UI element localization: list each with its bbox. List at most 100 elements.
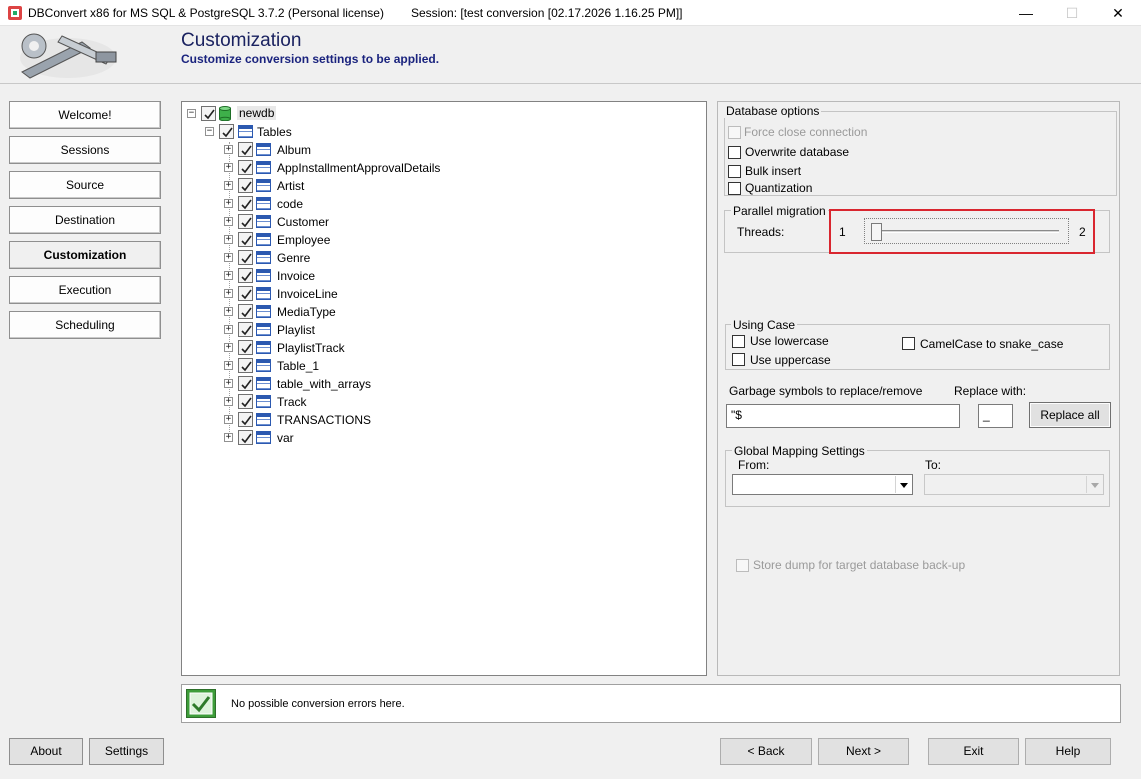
table-checkbox[interactable] [238,376,253,391]
table-checkbox[interactable] [238,412,253,427]
expand-icon[interactable]: + [224,253,233,262]
table-checkbox[interactable] [238,340,253,355]
table-icon [256,377,271,390]
threads-max-label: 2 [1079,225,1086,239]
table-row[interactable]: + code [222,195,522,213]
use-lowercase-checkbox[interactable] [732,335,745,348]
table-tree[interactable]: − newdb − Tables + Album + AppInstallmentAp… [181,101,707,676]
page-title: Customization [181,30,302,51]
replace-with-input[interactable]: _ [978,404,1013,428]
tables-checkbox[interactable] [219,124,234,139]
table-row[interactable]: + InvoiceLine [222,285,522,303]
expand-icon[interactable]: + [224,433,233,442]
table-row[interactable]: + Artist [222,177,522,195]
table-checkbox[interactable] [238,322,253,337]
overwrite-database-checkbox[interactable] [728,146,741,159]
table-checkbox[interactable] [238,268,253,283]
about-button[interactable]: About [9,738,83,765]
table-label: Table_1 [277,359,320,373]
expand-icon[interactable]: + [224,379,233,388]
table-row[interactable]: + AppInstallmentApprovalDetails [222,159,522,177]
force-close-checkbox[interactable] [728,126,741,139]
table-row[interactable]: + table_with_arrays [222,375,522,393]
table-checkbox[interactable] [238,178,253,193]
table-row[interactable]: + var [222,429,522,447]
chevron-down-icon[interactable] [895,476,911,493]
chevron-down-icon[interactable] [1086,476,1102,493]
expand-icon[interactable]: + [224,163,233,172]
to-select[interactable] [924,474,1104,495]
back-button[interactable]: < Back [720,738,812,765]
table-checkbox[interactable] [238,232,253,247]
settings-button[interactable]: Settings [89,738,164,765]
table-row[interactable]: + TRANSACTIONS [222,411,522,429]
maximize-button[interactable]: ☐ [1049,0,1095,26]
expand-icon[interactable]: + [224,343,233,352]
close-button[interactable]: ✕ [1095,0,1141,26]
nav-destination-button[interactable]: Destination [9,206,161,234]
table-row[interactable]: + MediaType [222,303,522,321]
expand-icon[interactable]: + [224,289,233,298]
expand-icon[interactable]: + [224,217,233,226]
expand-icon[interactable]: + [224,397,233,406]
expand-icon[interactable]: + [224,181,233,190]
table-checkbox[interactable] [238,214,253,229]
expand-icon[interactable]: + [224,415,233,424]
from-select[interactable] [732,474,913,495]
store-dump-checkbox[interactable] [736,559,749,572]
nav-sessions-button[interactable]: Sessions [9,136,161,164]
table-row[interactable]: + Table_1 [222,357,522,375]
expand-icon[interactable]: + [224,271,233,280]
table-checkbox[interactable] [238,250,253,265]
table-checkbox[interactable] [238,394,253,409]
table-row[interactable]: + Employee [222,231,522,249]
table-checkbox[interactable] [238,430,253,445]
tree-node-database[interactable]: − newdb [186,105,386,123]
tree-node-tables[interactable]: − Tables [204,123,404,141]
table-row[interactable]: + PlaylistTrack [222,339,522,357]
table-icon [256,431,271,444]
table-row[interactable]: + Playlist [222,321,522,339]
camelcase-checkbox[interactable] [902,337,915,350]
minimize-button[interactable]: — [1003,0,1049,26]
table-label: code [277,197,304,211]
use-lowercase-label: Use lowercase [750,334,829,348]
table-checkbox[interactable] [238,304,253,319]
table-row[interactable]: + Album [222,141,522,159]
table-checkbox[interactable] [238,286,253,301]
next-button[interactable]: Next > [818,738,909,765]
expand-icon[interactable]: + [224,361,233,370]
nav-welcome-button[interactable]: Welcome! [9,101,161,129]
table-row[interactable]: + Genre [222,249,522,267]
garbage-symbols-input[interactable]: "$ [726,404,960,428]
nav-scheduling-button[interactable]: Scheduling [9,311,161,339]
expand-icon[interactable]: + [224,199,233,208]
success-check-icon [186,689,216,718]
expand-icon[interactable]: + [224,325,233,334]
nav-customization-button[interactable]: Customization [9,241,161,269]
quantization-checkbox[interactable] [728,182,741,195]
nav-source-button[interactable]: Source [9,171,161,199]
table-checkbox[interactable] [238,358,253,373]
threads-slider[interactable] [864,218,1069,244]
table-label: var [277,431,294,445]
expand-icon[interactable]: + [224,145,233,154]
expand-icon[interactable]: + [224,235,233,244]
collapse-icon[interactable]: − [187,109,196,118]
collapse-icon[interactable]: − [205,127,214,136]
nav-execution-button[interactable]: Execution [9,276,161,304]
table-row[interactable]: + Customer [222,213,522,231]
table-checkbox[interactable] [238,142,253,157]
database-checkbox[interactable] [201,106,216,121]
table-checkbox[interactable] [238,160,253,175]
use-uppercase-checkbox[interactable] [732,353,745,366]
help-button[interactable]: Help [1025,738,1111,765]
table-row[interactable]: + Track [222,393,522,411]
bulk-insert-checkbox[interactable] [728,165,741,178]
table-row[interactable]: + Invoice [222,267,522,285]
replace-all-button[interactable]: Replace all [1029,402,1111,428]
table-checkbox[interactable] [238,196,253,211]
expand-icon[interactable]: + [224,307,233,316]
exit-button[interactable]: Exit [928,738,1019,765]
slider-thumb[interactable] [871,223,882,241]
